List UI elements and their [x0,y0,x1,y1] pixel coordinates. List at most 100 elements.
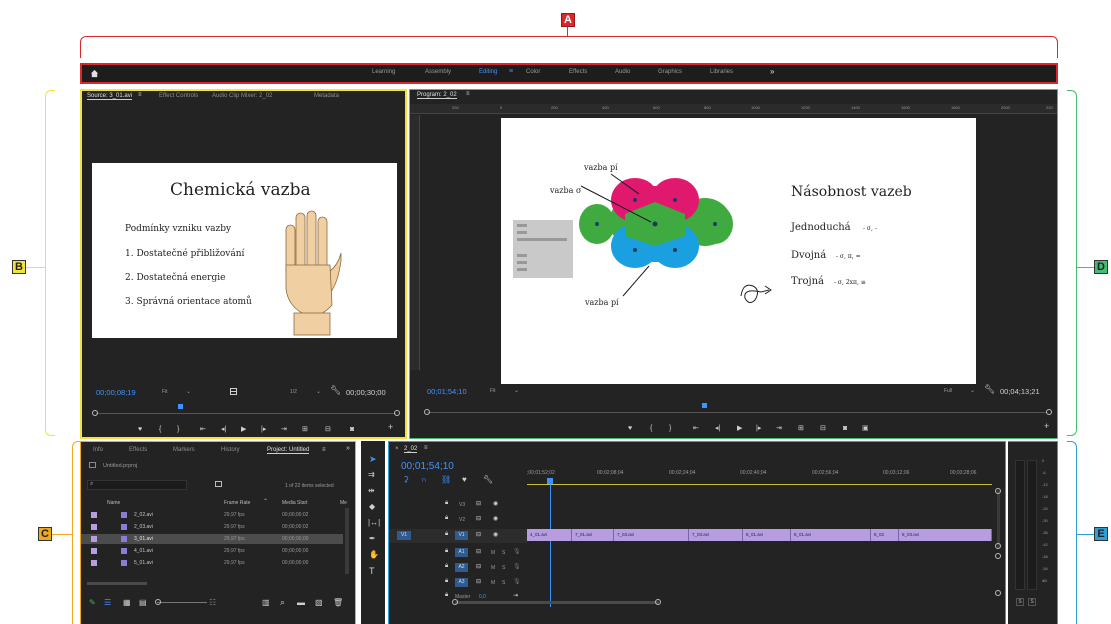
zoom-slider[interactable] [157,602,207,603]
lock-icon[interactable]: 🔒︎ [445,563,448,570]
source-play-icon[interactable]: ▶ [241,426,246,433]
lock-icon[interactable]: 🔒︎ [445,578,448,585]
tab-markers[interactable]: Markers [173,447,195,453]
tab-sequence[interactable]: 2_02 [404,446,418,453]
project-tab-menu-icon[interactable]: ≡ [322,447,326,453]
v-scroll-handle-audio[interactable] [995,553,1001,559]
slip-tool-icon[interactable]: |↔| [368,518,380,527]
column-name[interactable]: Name [107,500,120,506]
workspace-libraries[interactable]: Libraries [710,69,733,75]
sync-lock-icon[interactable]: ⊟ [476,531,481,538]
solo-button[interactable]: S [502,565,505,571]
list-item[interactable]: 5_01.avi 29,97 fps 00;00;00;00 [81,558,343,568]
project-tabs-more-icon[interactable]: » [346,445,350,452]
timeline-settings-icon[interactable]: 🔧︎ [483,475,493,484]
program-step-back-icon[interactable]: ◂| [715,425,720,432]
list-item[interactable]: 2_03.avi 29,97 fps 00;00;00;02 [81,522,343,532]
sort-icons-icon[interactable]: ☷ [209,598,216,607]
tab-source[interactable]: Source: 3_01.avi [87,93,133,100]
v-scroll-handle-mid[interactable] [995,543,1001,549]
source-ratio-dropdown[interactable]: 1/2 [290,389,297,395]
program-settings-wrench-icon[interactable]: 🔧︎ [984,384,995,395]
program-playhead[interactable] [702,403,707,408]
source-ratio-chevron-icon[interactable]: ⌄ [316,388,321,395]
source-tab-menu-icon[interactable]: ≡ [138,92,142,98]
column-frame-rate[interactable]: Frame Rate [224,500,250,506]
source-goto-in-icon[interactable]: ⇤ [200,426,206,433]
tab-info[interactable]: Info [93,447,103,453]
go-to-end-icon[interactable]: ⇥ [513,592,518,599]
workspace-learning[interactable]: Learning [372,69,395,75]
freeform-view-icon[interactable]: ▤ [139,598,147,607]
timeline-clip[interactable]: 8_02 [871,529,899,541]
source-add-marker-icon[interactable]: ♥ [138,426,142,433]
program-quality-dropdown[interactable]: Full [944,388,952,394]
source-settings-wrench-icon[interactable]: 🔧︎ [330,385,341,396]
scroll-handle-right[interactable] [655,599,661,605]
source-timecode[interactable]: 00;00;08;19 [96,388,136,397]
tab-metadata[interactable]: Metadata [314,93,339,99]
program-scrubber[interactable] [427,412,1047,413]
timeline-clip[interactable]: 4_01.avi [527,529,572,541]
close-sequence-icon[interactable]: × [395,446,399,452]
tab-audio-clip-mixer[interactable]: Audio Clip Mixer: 2_02 [212,93,272,99]
sort-ascending-icon[interactable]: ⌃ [263,498,268,505]
timeline-vertical-scrollbar-video[interactable] [997,490,1000,548]
tab-project[interactable]: Project: Untitled [267,447,310,454]
type-tool-icon[interactable]: T [369,566,375,576]
program-mark-in-icon[interactable]: { [650,425,652,432]
workspace-menu-icon[interactable]: ≡ [509,68,513,75]
track-label-a2[interactable]: A2 [455,563,468,572]
source-mark-in-icon[interactable]: { [159,426,161,433]
lock-icon[interactable]: 🔒︎ [445,515,448,522]
solo-button[interactable]: S [502,580,505,586]
program-timecode[interactable]: 00;01;54;10 [427,387,467,396]
timeline-clip[interactable]: 8_01.avi [791,529,871,541]
solo-right-button[interactable]: S [1028,598,1036,606]
pen-tool-icon[interactable]: ✒ [369,534,376,543]
timeline-clip[interactable]: 7_03.avi [614,529,689,541]
add-marker-icon[interactable]: ♥ [462,475,467,484]
work-area-bar[interactable] [527,484,992,485]
track-select-tool-icon[interactable]: ⇉ [368,470,375,479]
program-tab-menu-icon[interactable]: ≡ [466,91,470,97]
label-color-swatch[interactable] [91,536,97,542]
track-label-v1[interactable]: V1 [455,531,468,540]
trash-icon[interactable]: 🗑︎ [333,598,343,607]
eye-icon[interactable]: ◉ [493,531,498,538]
track-label-a3[interactable]: A3 [455,578,468,587]
track-label-a1[interactable]: A1 [455,548,468,557]
source-playhead[interactable] [178,404,183,409]
eye-icon[interactable]: ◉ [493,500,498,507]
program-fit-dropdown[interactable]: Fit [490,388,496,394]
program-scrubber-start-handle[interactable] [424,409,430,415]
program-play-icon[interactable]: ▶ [737,425,742,432]
track-label[interactable]: V2 [459,517,465,523]
source-goto-out-icon[interactable]: ⇥ [281,426,287,433]
track-label[interactable]: V3 [459,502,465,508]
source-drag-video-icon[interactable] [230,388,237,395]
program-add-marker-icon[interactable]: ♥ [628,425,632,432]
timeline-clip[interactable]: 8_03.avi [899,529,992,541]
lock-icon[interactable]: 🔒︎ [445,548,448,555]
hand-tool-icon[interactable]: ✋ [369,550,379,559]
program-extract-icon[interactable]: ⊟ [820,425,826,432]
program-comparison-view-icon[interactable]: ▣ [862,425,869,432]
program-add-button-icon[interactable]: + [1044,422,1049,431]
tab-history[interactable]: History [221,447,240,453]
solo-left-button[interactable]: S [1016,598,1024,606]
list-item[interactable]: 4_01.avi 29,97 fps 00;00;00;00 [81,546,343,556]
tab-effects[interactable]: Effects [129,447,147,453]
program-step-forward-icon[interactable]: |▸ [756,425,761,432]
snap-icon[interactable]: ∩ [421,475,427,484]
program-scrubber-end-handle[interactable] [1046,409,1052,415]
selection-tool-icon[interactable]: ➤ [369,454,377,465]
tab-program[interactable]: Program: 2_02 [417,92,457,99]
source-step-forward-icon[interactable]: |▸ [261,426,266,433]
sync-lock-icon[interactable]: ⊟ [476,563,481,570]
nest-toggle-icon[interactable]: ⚳ [403,475,409,484]
source-insert-icon[interactable]: ⊞ [302,426,308,433]
source-mark-out-icon[interactable]: } [177,426,179,433]
label-color-swatch[interactable] [91,512,97,518]
source-patch-v1[interactable]: V1 [397,531,411,540]
